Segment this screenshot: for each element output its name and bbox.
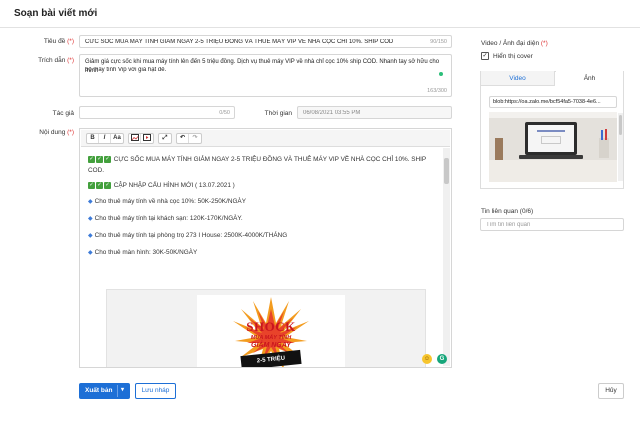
italic-button[interactable]: I (99, 134, 111, 143)
summary-textarea[interactable]: Giảm giá cực sốc khi mua máy tính lên đế… (79, 54, 452, 97)
headline-text: CỰC SỐC MUA MÁY TÍNH GIẢM NGAY 2-5 TRIỆU… (113, 156, 427, 164)
related-label: Tin liên quan (0/6) (481, 208, 534, 215)
cover-preview-image (489, 112, 617, 182)
show-cover-checkbox[interactable]: ✓ (481, 52, 489, 60)
tab-image[interactable]: Ảnh (556, 71, 623, 86)
headline-line: ✓ ✓ ✓ CỰC SỐC MUA MÁY TÍNH GIẢM NGAY 2-5 T… (88, 156, 426, 163)
fullscreen-icon[interactable]: ⤢ (159, 134, 171, 143)
list-item: ◆ Cho thuê màn hình: 30K-50K/NGÀY (88, 249, 198, 256)
content-label: Nội dung (*) (39, 129, 74, 136)
grammar-indicator-icon (439, 72, 443, 76)
scrollbar-thumb[interactable] (619, 115, 622, 135)
pen-holder (599, 138, 609, 158)
summary-counter: 163/300 (427, 88, 447, 94)
pen (601, 130, 603, 140)
scrollbar-thumb[interactable] (444, 158, 449, 184)
update-text: CẬP NHẬP CẤU HÌNH MỚI ( 13.07.2021 ) (113, 182, 235, 190)
grammar-check-icon[interactable]: G (437, 354, 447, 364)
promo-line-1: MUA MÁY TÍNH (250, 335, 292, 341)
check-icon: ✓ (88, 156, 95, 163)
promo-image: SHOCK MUA MÁY TÍNH GIẢM NGAY 2-5 TRIỆU (197, 295, 345, 367)
editor-scrollbar[interactable] (443, 148, 450, 366)
title-input[interactable]: CƯC SỐC MUA MÁY TÍNH GIẢM NGAY 2-5 TRIỆU… (79, 35, 452, 48)
display-line (537, 130, 565, 132)
title-value: CƯC SỐC MUA MÁY TÍNH GIẢM NGAY 2-5 TRIỆU… (85, 39, 394, 45)
summary-label: Trích dẫn (*) (38, 57, 74, 64)
check-icon: ✓ (104, 156, 111, 163)
list-item: ◆ Cho thuê máy tính tại phòng trọ 273 I H… (88, 232, 288, 239)
media-label: Video / Ảnh đại diện (*) (481, 40, 548, 47)
diamond-icon: ◆ (88, 233, 93, 239)
title-counter: 90/150 (430, 39, 447, 45)
promo-title: SHOCK (246, 319, 296, 334)
laptop-screen (525, 122, 577, 155)
preview-scrollbar[interactable] (618, 113, 623, 181)
diamond-icon: ◆ (88, 250, 93, 256)
insert-image-icon[interactable] (129, 134, 141, 143)
time-value: 06/08/2021 03:55 PM (303, 110, 361, 116)
laptop-base (519, 155, 583, 159)
diamond-icon: ◆ (88, 216, 93, 222)
view-group: ⤢ (158, 133, 172, 144)
split-divider (117, 385, 118, 397)
media-group (128, 133, 154, 144)
editor-toolbar: B I Aa ⤢ ↶ ↷ (81, 130, 450, 147)
title-label: Tiêu đề (*) (43, 38, 74, 45)
preview-wall (489, 112, 617, 118)
chevron-down-icon[interactable]: ▾ (121, 386, 124, 393)
page-header: Soạn bài viết mới (0, 0, 640, 28)
image-url-value: blob:https://oa.zalo.me/bcf54fa5-7038-4e… (493, 99, 601, 105)
image-url-input[interactable]: blob:https://oa.zalo.me/bcf54fa5-7038-4e… (489, 96, 617, 108)
check-icon: ✓ (96, 182, 103, 189)
preview-desk (489, 160, 617, 182)
font-size-button[interactable]: Aa (111, 134, 123, 143)
update-line: ✓ ✓ ✓ CẬP NHẬP CẤU HÌNH MỚI ( 13.07.2021 ) (88, 182, 235, 189)
author-label: Tác giả (52, 110, 74, 117)
check-icon: ✓ (88, 182, 95, 189)
related-placeholder: Tìm tin liên quan (486, 222, 531, 228)
publish-button[interactable]: Xuất bản ▾ (79, 383, 130, 399)
list-item: ◆ Cho thuê máy tính tại khách sạn: 120K-1… (88, 215, 243, 222)
pen (605, 129, 607, 140)
insert-video-icon[interactable] (141, 134, 153, 143)
summary-line-2: bộ máy tính Vip với giá hạt dẻ. (85, 67, 167, 73)
bold-button[interactable]: B (87, 134, 99, 143)
time-input[interactable]: 06/08/2021 03:55 PM (297, 106, 452, 119)
format-group: B I Aa (86, 133, 124, 144)
headline-cont: COD. (88, 167, 104, 174)
page-title: Soạn bài viết mới (14, 8, 98, 19)
emoji-icon[interactable]: ☺ (422, 354, 432, 364)
show-cover-label: Hiển thị cover (493, 53, 533, 60)
author-counter: 0/50 (219, 110, 230, 116)
save-draft-button[interactable]: Lưu nháp (135, 383, 176, 399)
check-icon: ✓ (96, 156, 103, 163)
display-box (541, 136, 561, 144)
promo-line-2: GIẢM NGAY (251, 342, 291, 349)
decor-object (495, 138, 503, 160)
list-item: ◆ Cho thuê máy tính về nhà cọc 10%: 50K-2… (88, 198, 246, 205)
redo-icon[interactable]: ↷ (189, 134, 201, 143)
time-label: Thời gian (264, 110, 292, 117)
diamond-icon: ◆ (88, 199, 93, 205)
check-icon: ✓ (104, 182, 111, 189)
cancel-button[interactable]: Hủy (598, 383, 624, 399)
compose-page: Soạn bài viết mới Tiêu đề (*) CƯC SỐC MU… (0, 0, 640, 422)
author-input[interactable]: 0/50 (79, 106, 235, 119)
undo-icon[interactable]: ↶ (177, 134, 189, 143)
embedded-image-frame[interactable]: SHOCK MUA MÁY TÍNH GIẢM NGAY 2-5 TRIỆU (106, 289, 426, 367)
tab-video[interactable]: Video (481, 71, 555, 86)
history-group: ↶ ↷ (176, 133, 202, 144)
content-editor[interactable]: B I Aa ⤢ ↶ ↷ ✓ ✓ ✓ CỰC SỐC MUA MÁY TÍNH … (79, 128, 452, 368)
related-search-input[interactable]: Tìm tin liên quan (480, 218, 624, 231)
editor-content[interactable]: ✓ ✓ ✓ CỰC SỐC MUA MÁY TÍNH GIẢM NGAY 2-5 T… (88, 149, 438, 367)
